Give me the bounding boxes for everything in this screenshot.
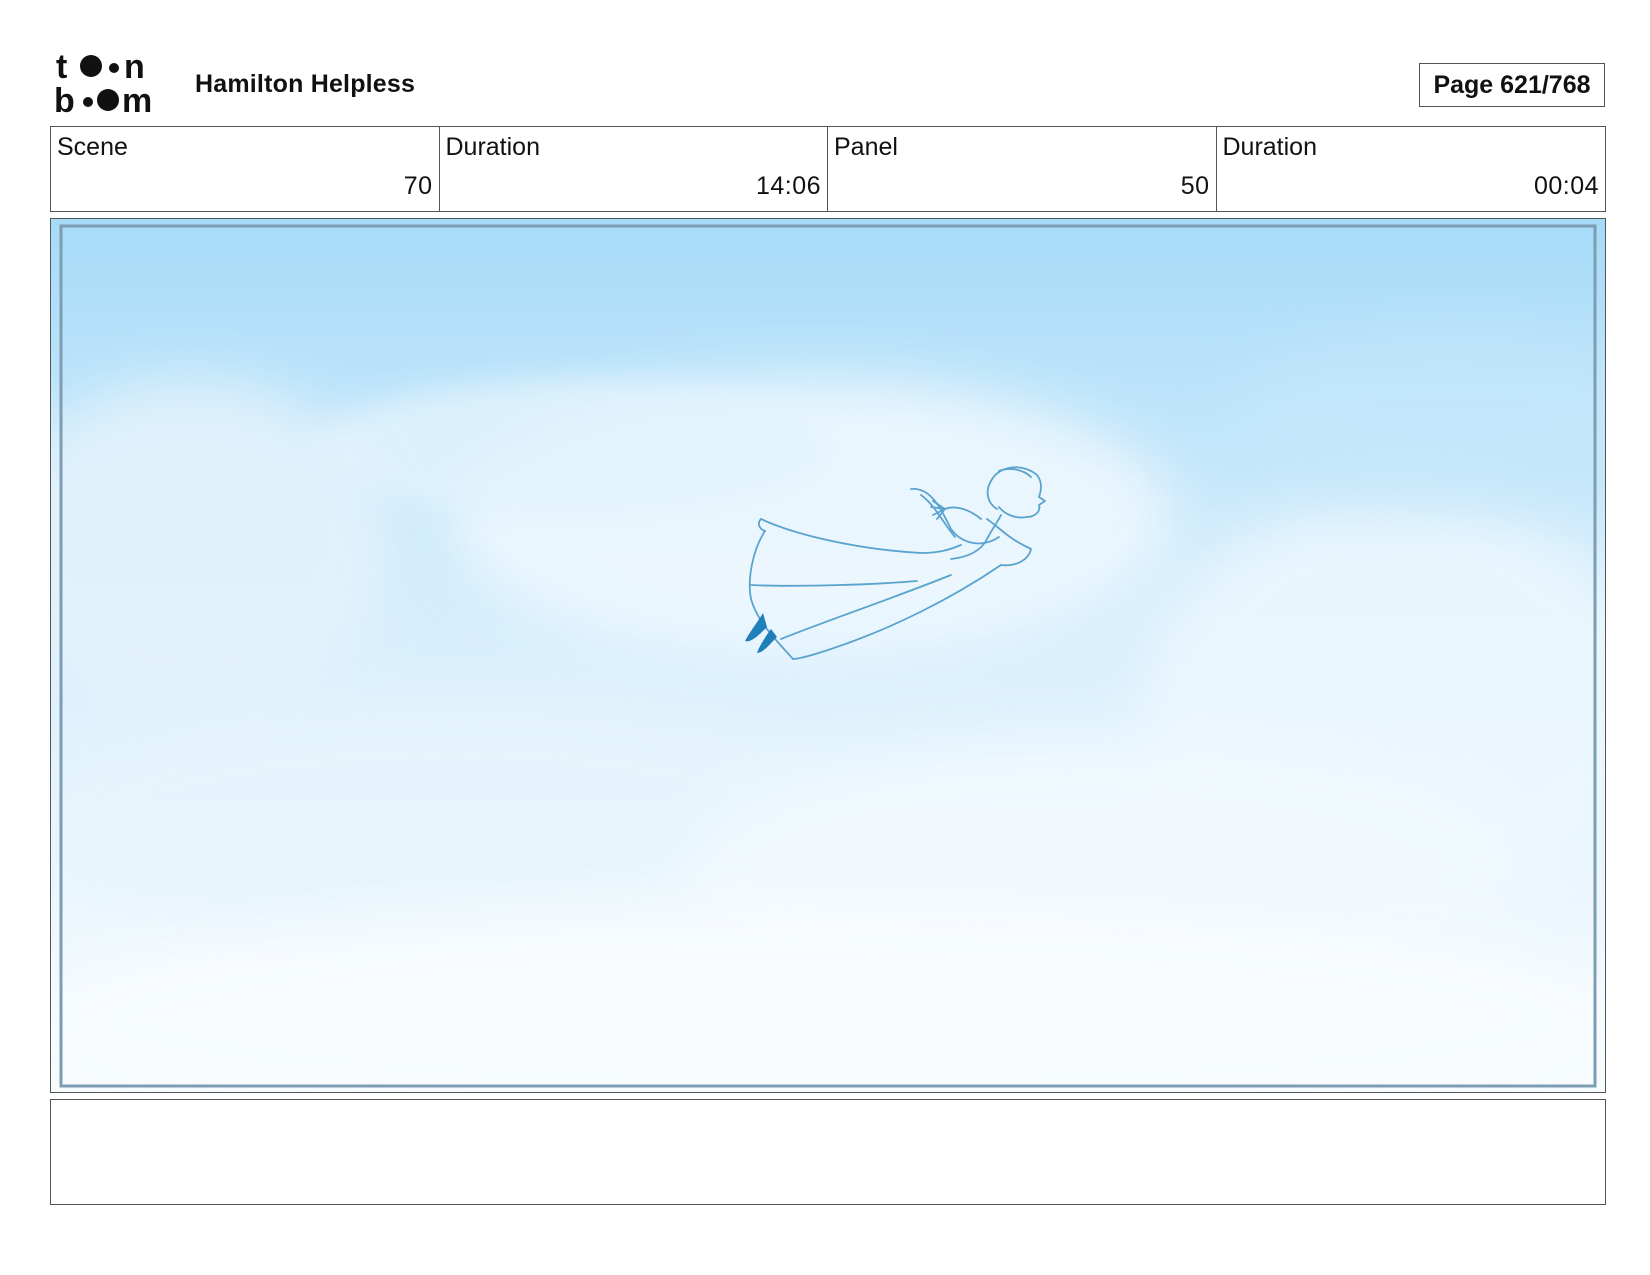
toonboom-logo: t n b m bbox=[54, 50, 172, 116]
panel-label: Panel bbox=[834, 133, 898, 161]
page-indicator: Page 621/768 bbox=[1419, 63, 1605, 107]
panel-duration-cell: Duration 00:04 bbox=[1217, 127, 1606, 211]
scene-duration-label: Duration bbox=[445, 133, 541, 161]
scene-duration-cell: Duration 14:06 bbox=[440, 127, 828, 211]
scene-value: 70 bbox=[403, 172, 433, 200]
panel-cell: Panel 50 bbox=[828, 127, 1217, 211]
svg-text:n: n bbox=[124, 50, 145, 86]
scene-cell: Scene 70 bbox=[51, 127, 440, 211]
panel-artwork bbox=[51, 219, 1605, 1092]
svg-text:m: m bbox=[122, 82, 152, 116]
panel-duration-label: Duration bbox=[1222, 133, 1318, 161]
panel-value: 50 bbox=[1180, 172, 1210, 200]
scene-label: Scene bbox=[57, 133, 128, 161]
svg-text:b: b bbox=[54, 82, 75, 116]
project-title: Hamilton Helpless bbox=[195, 70, 416, 98]
panel-notes-box bbox=[50, 1099, 1606, 1205]
scene-duration-value: 14:06 bbox=[755, 172, 821, 200]
storyboard-panel bbox=[50, 218, 1606, 1093]
svg-text:t: t bbox=[56, 50, 67, 86]
panel-duration-value: 00:04 bbox=[1533, 172, 1599, 200]
scene-info-table: Scene 70 Duration 14:06 Panel 50 Duratio… bbox=[50, 126, 1606, 212]
